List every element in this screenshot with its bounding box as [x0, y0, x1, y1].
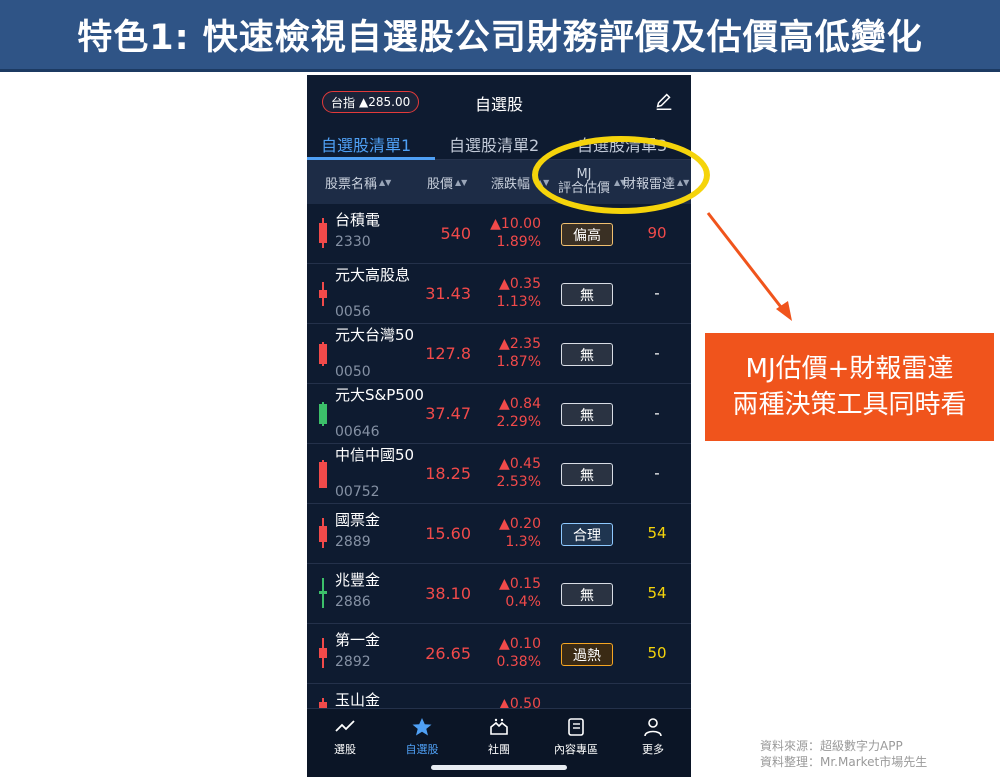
stock-code: 00752 — [335, 484, 380, 500]
star-icon — [412, 718, 432, 736]
tab-watchlist-1[interactable]: 自選股清單1 — [321, 127, 411, 160]
stock-price: 127.8 — [425, 344, 471, 363]
title-banner: 特色1: 快速檢視自選股公司財務評價及估價高低變化 — [0, 0, 1000, 72]
highlight-oval — [532, 136, 710, 214]
mj-valuation-badge: 無 — [561, 463, 613, 486]
home-indicator — [431, 765, 567, 770]
candlestick-icon — [319, 282, 327, 306]
screen-title: 自選股 — [474, 95, 523, 114]
callout-box: MJ估價+財報雷達 兩種決策工具同時看 — [705, 333, 994, 441]
tab-more[interactable]: 更多 — [615, 717, 691, 757]
stock-change: ▲0.45 2.53% — [496, 456, 541, 490]
table-row[interactable]: 中信中國50 00752 18.25 ▲0.45 2.53% 無 - — [307, 444, 691, 504]
table-row[interactable]: 元大S&P500 00646 37.47 ▲0.84 2.29% 無 - — [307, 384, 691, 444]
stock-name: 中信中國50 — [335, 446, 415, 464]
table-row[interactable]: 第一金 2892 26.65 ▲0.10 0.38% 過熱 50 — [307, 624, 691, 684]
radar-score: 90 — [647, 224, 667, 242]
stock-change: ▲0.84 2.29% — [496, 396, 541, 430]
table-row[interactable]: 元大台灣50 0050 127.8 ▲2.35 1.87% 無 - — [307, 324, 691, 384]
banner-title: 特色1: 快速檢視自選股公司財務評價及估價高低變化 — [77, 18, 923, 58]
stock-price: 38.10 — [425, 584, 471, 603]
callout-line-2: 兩種決策工具同時看 — [732, 390, 967, 420]
stock-price: 15.60 — [425, 524, 471, 543]
tab-content[interactable]: 內容專區 — [538, 717, 614, 757]
candlestick-icon — [319, 342, 327, 366]
source-line-2: 資料整理：Mr.Market市場先生 — [760, 755, 928, 769]
stock-code: 2889 — [335, 534, 371, 550]
stock-price: 31.43 — [425, 284, 471, 303]
stock-price: 37.47 — [425, 404, 471, 423]
stock-code: 2886 — [335, 594, 371, 610]
stock-code: 2330 — [335, 234, 371, 250]
column-stock-name[interactable]: 股票名稱 ▲▼ — [325, 160, 391, 204]
radar-score: 50 — [647, 644, 667, 662]
stock-price: 540 — [440, 224, 471, 243]
community-icon — [490, 718, 508, 735]
tab-watchlist[interactable]: 自選股 — [384, 717, 460, 757]
radar-score: 54 — [647, 584, 667, 602]
mj-valuation-badge: 無 — [561, 283, 613, 306]
tab-stock-screener[interactable]: 選股 — [307, 717, 383, 757]
mj-valuation-badge: 過熱 — [561, 643, 613, 666]
stock-change: ▲0.10 0.38% — [496, 636, 541, 670]
stock-change: ▲0.15 0.4% — [499, 576, 541, 610]
stock-name: 元大台灣50 — [335, 326, 415, 344]
mj-valuation-badge: 無 — [561, 403, 613, 426]
sort-icon: ▲▼ — [379, 177, 392, 187]
person-icon — [644, 718, 662, 737]
stock-code: 2892 — [335, 654, 371, 670]
radar-score: 54 — [647, 524, 667, 542]
candlestick-icon — [319, 578, 327, 608]
radar-score: - — [654, 284, 660, 302]
candlestick-icon — [319, 460, 327, 488]
mj-valuation-badge: 偏高 — [561, 223, 613, 246]
mj-valuation-badge: 無 — [561, 343, 613, 366]
source-line-1: 資料來源：超級數字力APP — [760, 739, 903, 753]
radar-score: - — [654, 404, 660, 422]
mj-valuation-badge: 合理 — [561, 523, 613, 546]
edit-icon[interactable] — [653, 90, 675, 112]
radar-score: - — [654, 464, 660, 482]
table-row[interactable]: 國票金 2889 15.60 ▲0.20 1.3% 合理 54 — [307, 504, 691, 564]
stock-code: 0056 — [335, 304, 371, 320]
stock-code: 00646 — [335, 424, 380, 440]
candlestick-icon — [319, 402, 327, 426]
mj-valuation-badge: 無 — [561, 583, 613, 606]
stock-name: 玉山金 — [335, 691, 381, 709]
stock-change: ▲0.20 1.3% — [499, 516, 541, 550]
source-note: 資料來源：超級數字力APP 資料整理：Mr.Market市場先生 — [760, 738, 927, 770]
top-bar: 台指 ▲285.00 自選股 — [307, 75, 691, 127]
stock-name: 元大S&P500 — [335, 386, 424, 404]
stock-change: ▲2.35 1.87% — [496, 336, 541, 370]
stock-price: 18.25 — [425, 464, 471, 483]
radar-score: - — [654, 344, 660, 362]
chart-line-icon — [335, 720, 355, 732]
stock-code: 0050 — [335, 364, 371, 380]
candlestick-icon — [319, 518, 327, 548]
stock-change: ▲10.00 1.89% — [490, 216, 541, 250]
tab-community[interactable]: 社團 — [461, 717, 537, 757]
sort-icon: ▲▼ — [455, 177, 468, 187]
arrow-icon — [706, 212, 792, 321]
table-row[interactable]: 兆豐金 2886 38.10 ▲0.15 0.4% 無 54 — [307, 564, 691, 624]
stock-change: ▲0.35 1.13% — [496, 276, 541, 310]
candlestick-icon — [319, 218, 327, 248]
content-icon — [568, 718, 584, 736]
tab-watchlist-2[interactable]: 自選股清單2 — [449, 127, 539, 160]
candlestick-icon — [319, 638, 327, 668]
table-row[interactable]: 元大高股息 0056 31.43 ▲0.35 1.13% 無 - — [307, 264, 691, 324]
callout-line-1: MJ估價+財報雷達 — [745, 354, 954, 384]
column-price[interactable]: 股價 ▲▼ — [427, 160, 467, 204]
stock-price: 26.65 — [425, 644, 471, 663]
stock-name: 元大高股息 — [335, 266, 411, 284]
